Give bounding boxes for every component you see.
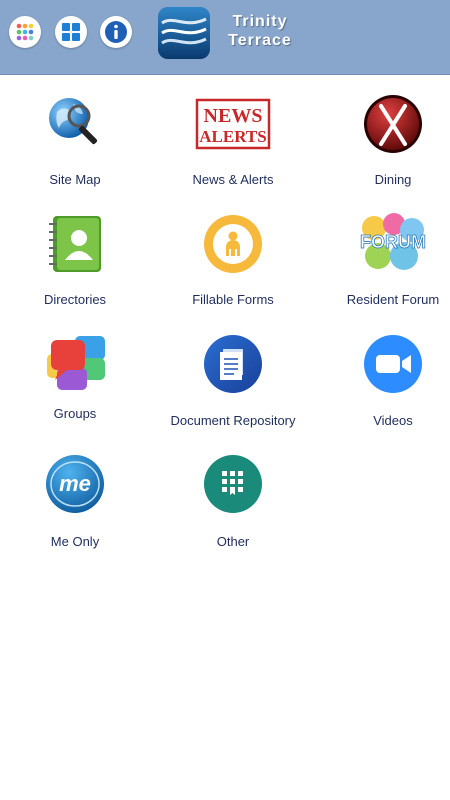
tile-news-alerts[interactable]: NEWS ALERTS News & Alerts bbox=[158, 90, 308, 195]
video-camera-icon bbox=[364, 335, 422, 393]
apps-grid-icon bbox=[16, 23, 34, 41]
tile-label: Site Map bbox=[49, 172, 101, 187]
tile-label: Resident Forum bbox=[346, 292, 440, 307]
tile-label: Videos bbox=[373, 413, 413, 428]
forum-bubbles-icon: FORUM bbox=[360, 213, 426, 270]
tile-dining[interactable]: Dining bbox=[318, 90, 450, 195]
info-button[interactable] bbox=[100, 16, 132, 48]
svg-text:ALERTS: ALERTS bbox=[199, 127, 266, 146]
document-icon bbox=[204, 335, 262, 393]
app-header: Trinity Terrace bbox=[0, 0, 450, 75]
tile-other[interactable]: Other bbox=[158, 454, 308, 559]
app-title-line1: Trinity bbox=[232, 13, 288, 30]
globe-magnifier-icon bbox=[49, 98, 98, 145]
windows-button[interactable] bbox=[55, 16, 87, 48]
address-book-icon bbox=[49, 216, 101, 272]
chat-bubbles-icon bbox=[47, 336, 105, 390]
tile-groups[interactable]: Groups bbox=[0, 330, 150, 435]
tile-label: Dining bbox=[374, 172, 412, 187]
tile-label: Fillable Forms bbox=[192, 292, 274, 307]
fork-knife-icon bbox=[364, 95, 422, 153]
tile-label: News & Alerts bbox=[192, 172, 274, 187]
info-icon bbox=[105, 21, 127, 43]
me-bubble-icon: me bbox=[46, 455, 104, 513]
tile-label: Other bbox=[216, 534, 250, 549]
tile-me-only[interactable]: me Me Only bbox=[0, 454, 150, 559]
tile-videos[interactable]: Videos bbox=[318, 334, 450, 439]
tile-label: Groups bbox=[53, 406, 97, 421]
svg-text:FORUM: FORUM bbox=[360, 232, 426, 252]
svg-text:NEWS: NEWS bbox=[204, 105, 263, 127]
apps-grid-button[interactable] bbox=[9, 16, 41, 48]
news-alerts-stamp-icon: NEWS ALERTS bbox=[195, 98, 271, 150]
grid-folder-icon bbox=[204, 455, 262, 513]
tile-site-map[interactable]: Site Map bbox=[0, 90, 150, 195]
app-title-line2: Terrace bbox=[228, 32, 292, 49]
tile-fillable-forms[interactable]: Fillable Forms bbox=[158, 212, 308, 317]
app-title: Trinity Terrace bbox=[218, 12, 302, 50]
tile-label: Directories bbox=[43, 292, 107, 307]
svg-text:me: me bbox=[59, 471, 91, 496]
tile-directories[interactable]: Directories bbox=[0, 212, 150, 317]
app-logo bbox=[158, 7, 210, 59]
person-form-icon bbox=[204, 215, 262, 273]
tile-resident-forum[interactable]: FORUM Resident Forum bbox=[318, 212, 450, 317]
tile-label: Document Repository bbox=[170, 413, 296, 428]
tile-label: Me Only bbox=[50, 534, 100, 549]
tile-document-repository[interactable]: Document Repository bbox=[158, 334, 308, 439]
windows-icon bbox=[62, 23, 80, 41]
